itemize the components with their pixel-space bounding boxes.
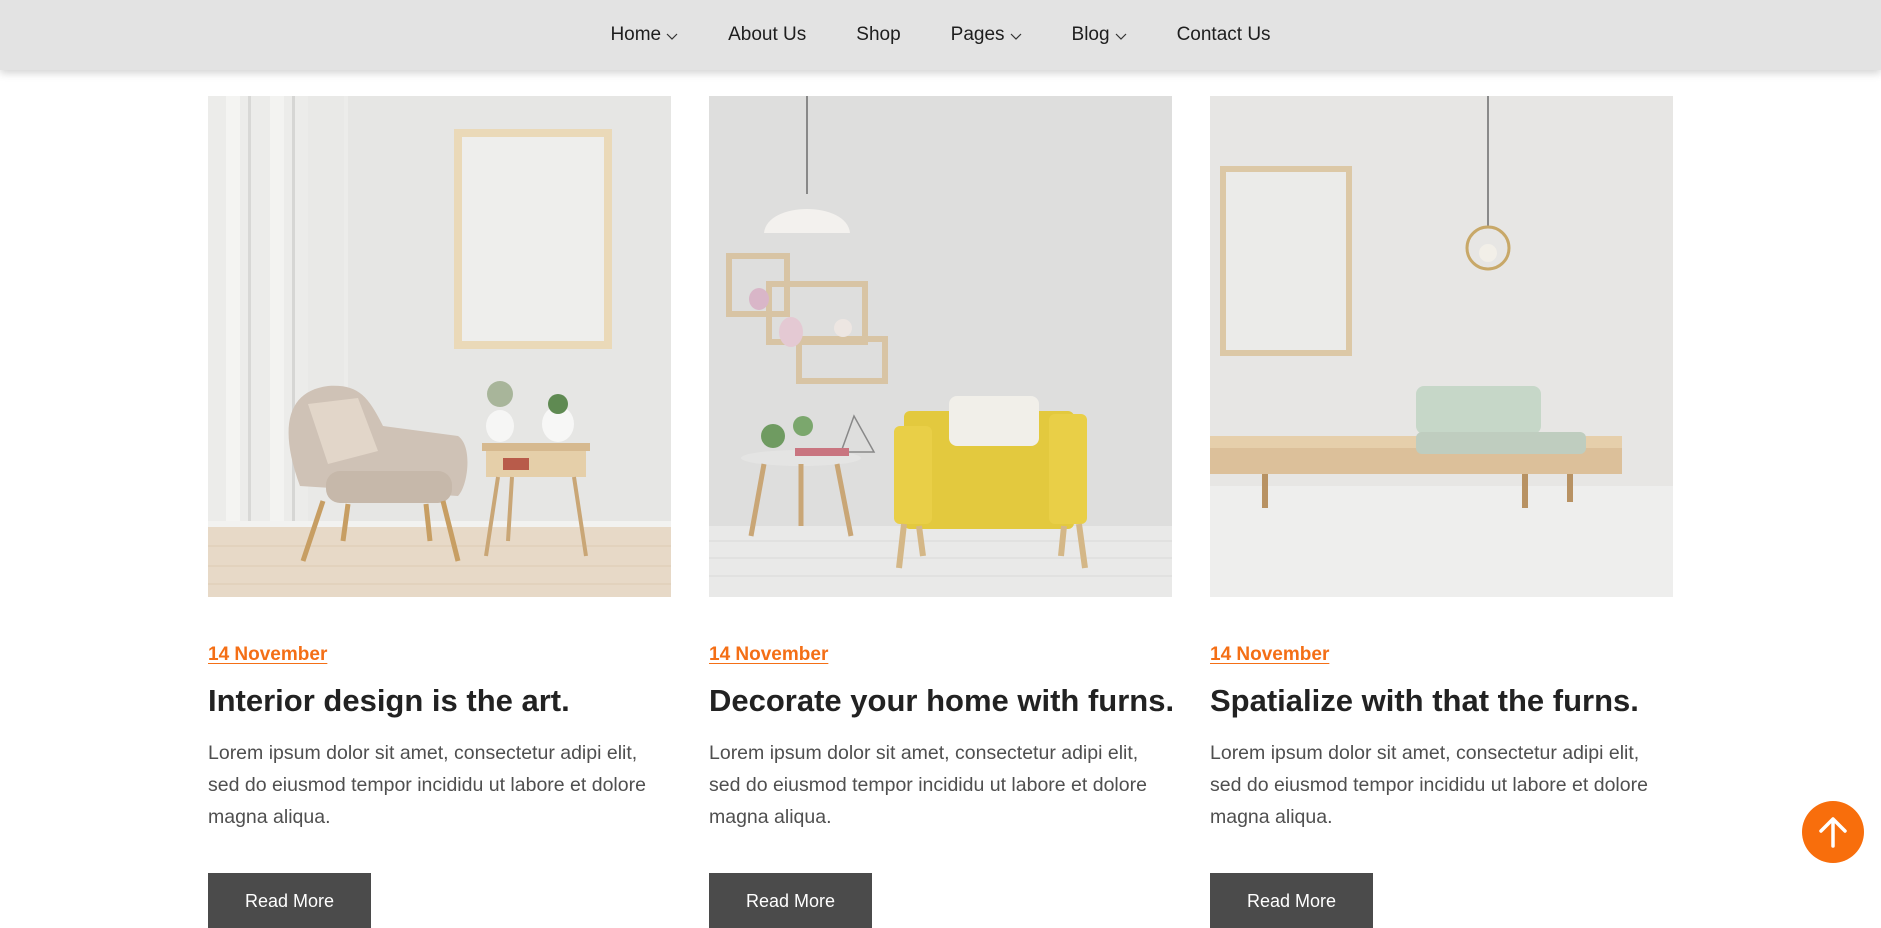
chevron-down-icon: [1010, 33, 1021, 40]
nav-item-label: Home: [610, 24, 662, 45]
nav-item-label: About Us: [728, 24, 807, 45]
read-more-button[interactable]: Read More: [709, 873, 872, 928]
blog-card: 14 November Interior design is the art. …: [208, 96, 671, 928]
blog-card-image-armchair-room[interactable]: [208, 96, 671, 597]
nav-item-label: Blog: [1071, 24, 1110, 45]
blog-card-image-daybed-room[interactable]: [1210, 96, 1673, 597]
post-title[interactable]: Spatialize with that the furns.: [1210, 682, 1673, 719]
post-date-link[interactable]: 14 November: [709, 644, 828, 666]
read-more-button[interactable]: Read More: [208, 873, 371, 928]
arrow-up-icon: [1819, 817, 1847, 848]
blog-card: 14 November Decorate your home with furn…: [709, 96, 1174, 928]
post-date-link[interactable]: 14 November: [208, 644, 327, 666]
chevron-down-icon: [666, 33, 678, 40]
chevron-down-icon: [1115, 33, 1126, 40]
post-date-link[interactable]: 14 November: [1210, 644, 1329, 666]
read-more-button[interactable]: Read More: [1210, 873, 1373, 928]
post-excerpt: Lorem ipsum dolor sit amet, consectetur …: [1210, 742, 1648, 829]
blog-post-grid: 14 November Interior design is the art. …: [208, 96, 1673, 928]
top-navigation: Home About Us Shop Pages Blog Contact Us: [0, 0, 1881, 70]
nav-item-contact-us[interactable]: Contact Us: [1152, 24, 1296, 46]
blog-card-image-yellow-chair-room[interactable]: [709, 96, 1172, 597]
nav-item-label: Pages: [950, 24, 1005, 45]
nav-item-blog[interactable]: Blog: [1047, 24, 1152, 46]
nav-item-pages[interactable]: Pages: [926, 24, 1047, 46]
nav-menu: Home About Us Shop Pages Blog Contact Us: [585, 24, 1295, 46]
blog-card: 14 November Spatialize with that the fur…: [1210, 96, 1673, 928]
post-title[interactable]: Interior design is the art.: [208, 682, 671, 719]
post-excerpt: Lorem ipsum dolor sit amet, consectetur …: [208, 742, 646, 829]
nav-item-about-us[interactable]: About Us: [703, 24, 831, 46]
nav-item-label: Shop: [856, 24, 901, 45]
nav-item-home[interactable]: Home: [585, 24, 703, 46]
post-excerpt: Lorem ipsum dolor sit amet, consectetur …: [709, 742, 1147, 829]
nav-item-shop[interactable]: Shop: [831, 24, 925, 46]
nav-item-label: Contact Us: [1176, 24, 1271, 45]
scroll-to-top-button[interactable]: [1802, 801, 1864, 863]
post-title[interactable]: Decorate your home with furns.: [709, 682, 1174, 719]
